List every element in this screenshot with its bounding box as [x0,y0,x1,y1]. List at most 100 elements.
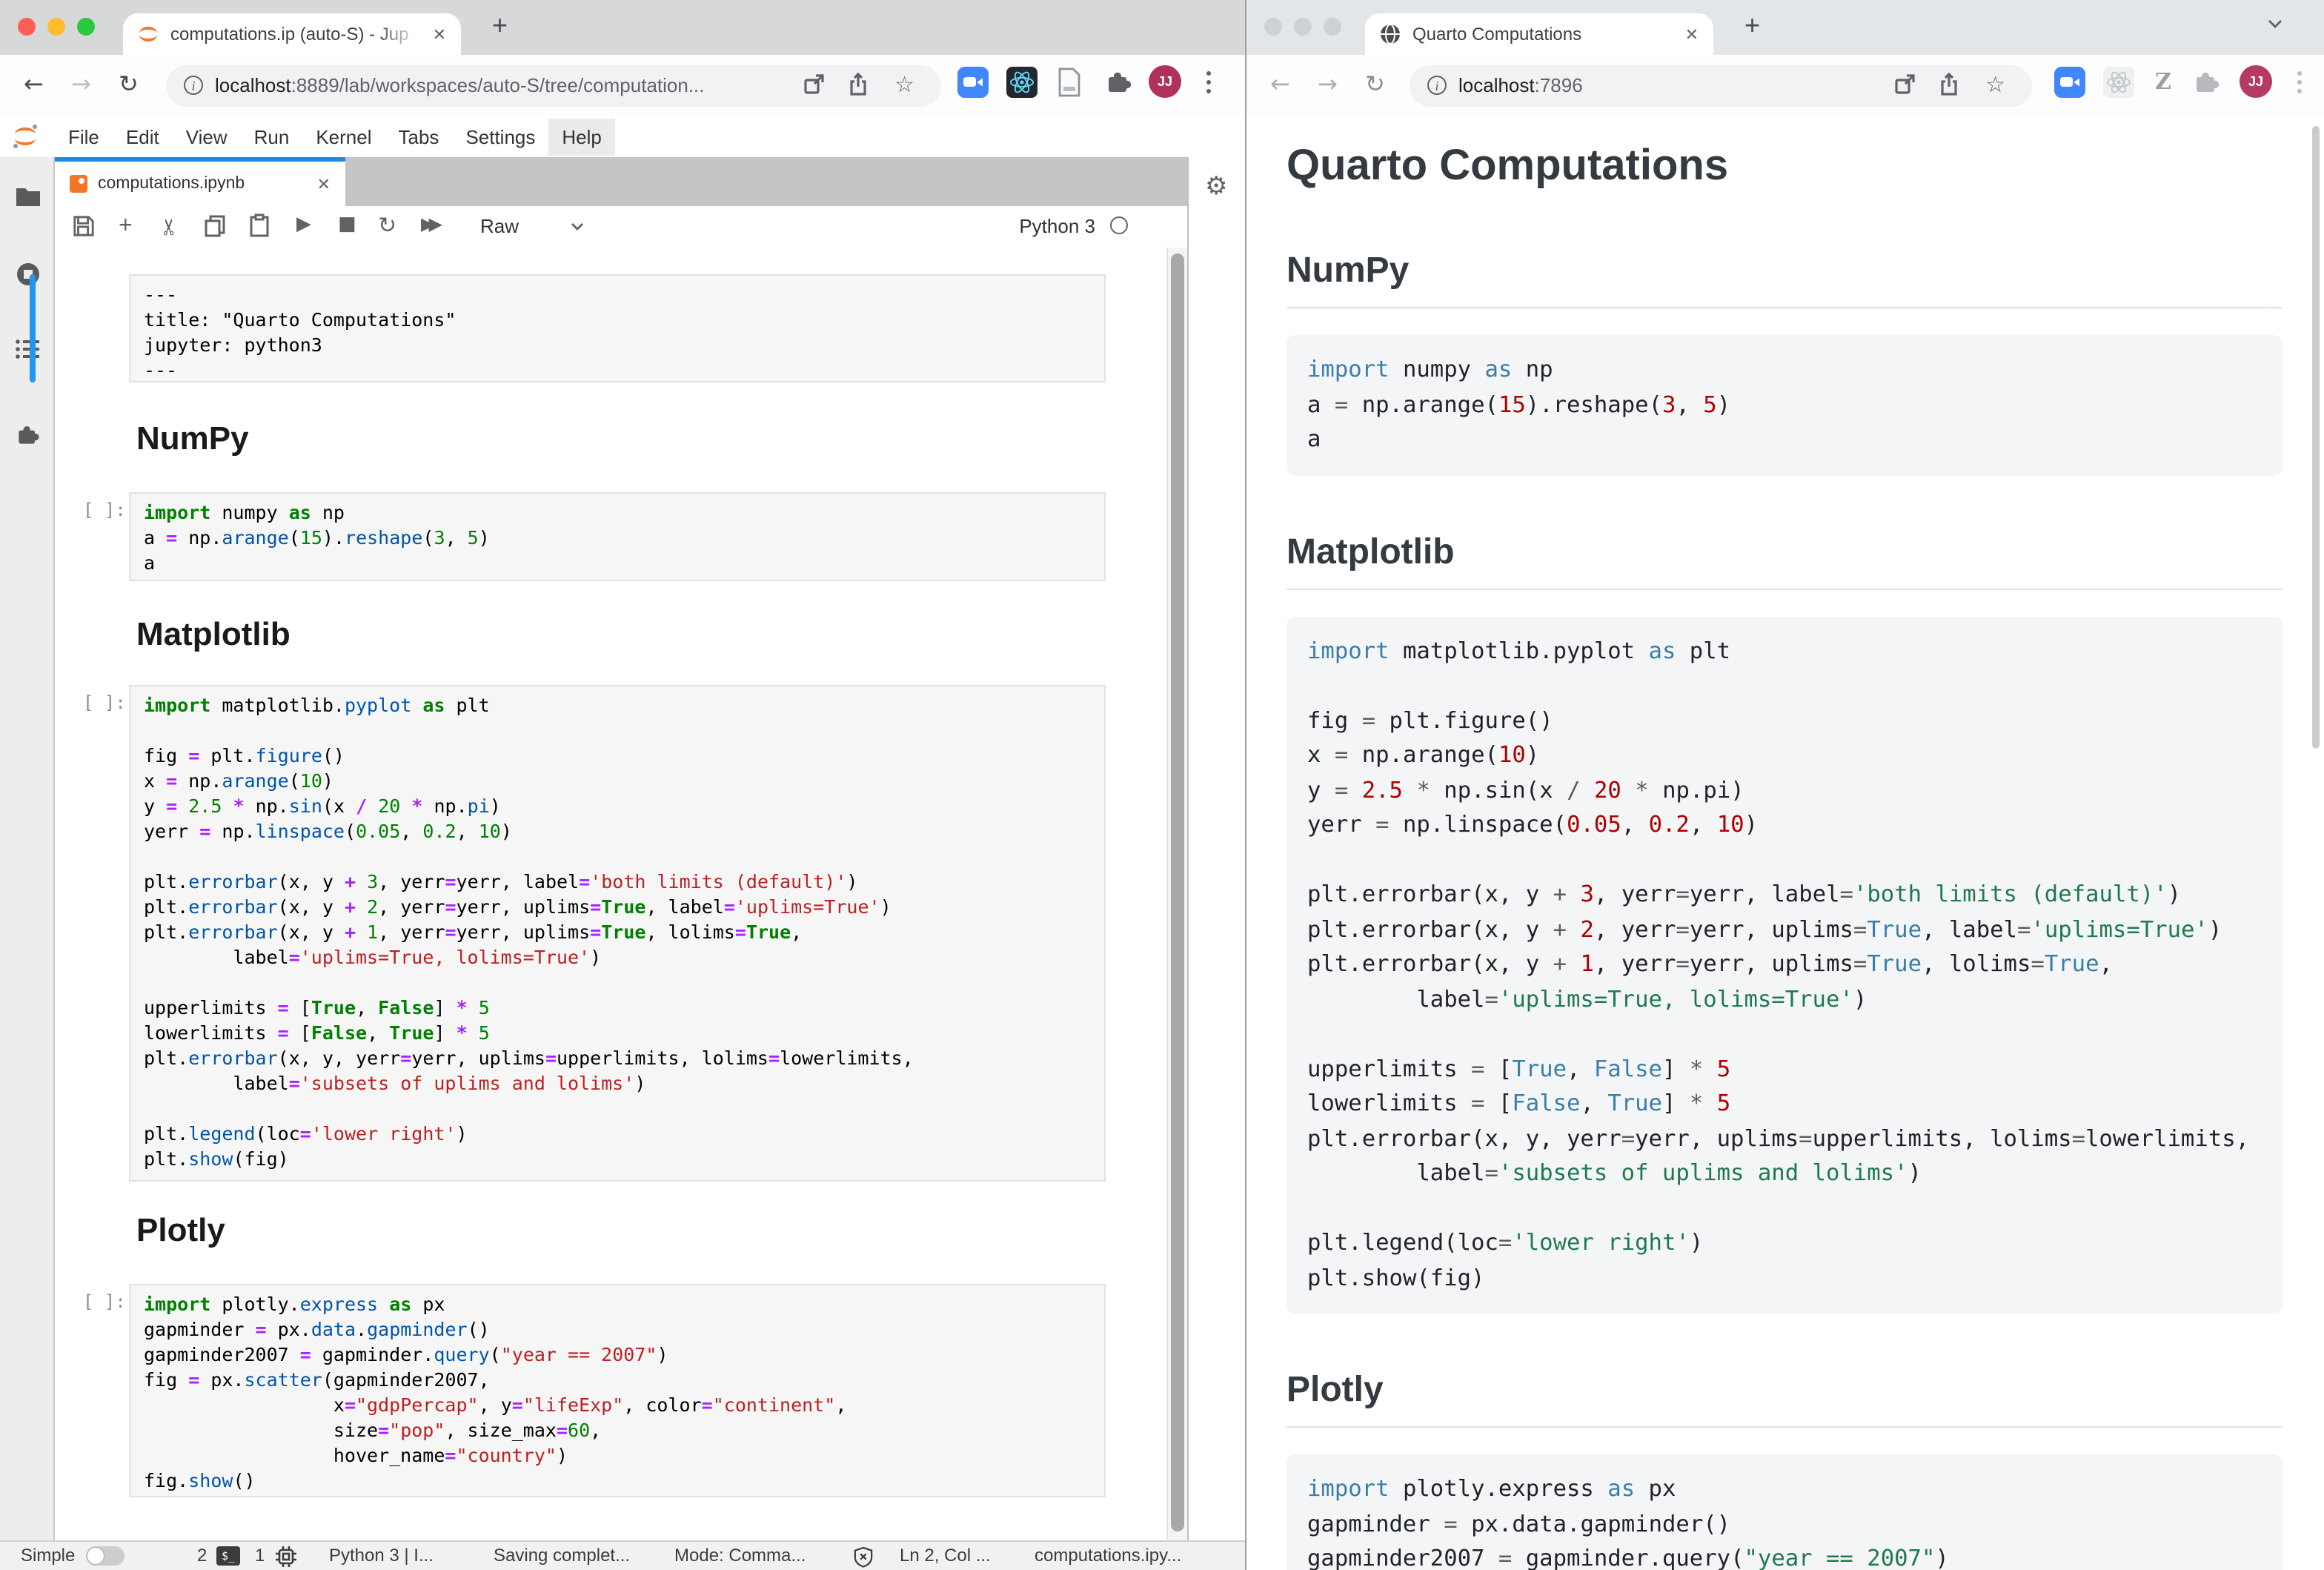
code-cell-plotly[interactable]: import plotly.express as pxgapminder = p… [129,1284,1106,1497]
site-info-icon[interactable]: i [1427,76,1447,95]
browser-menu-icon[interactable] [1206,71,1211,76]
reload-icon[interactable]: ↻ [119,71,139,98]
tab-search-chevron-icon[interactable] [2268,16,2282,34]
notebook-heading-plotly[interactable]: Plotly [136,1211,225,1250]
kernel-chip-icon[interactable] [276,1546,296,1570]
page-scrollbar-thumb[interactable] [2312,126,2320,749]
macos-close-button[interactable] [1264,18,1282,36]
code-line: fig = px.scatter(gapminder2007, [144,1367,1091,1392]
notebook-heading-numpy[interactable]: NumPy [136,420,249,458]
kernels-count[interactable]: 1 [255,1545,265,1566]
cell-type-chevron-down-icon[interactable] [571,222,584,231]
reload-icon[interactable]: ↻ [1365,71,1385,98]
menu-run[interactable]: Run [241,118,303,155]
menu-settings[interactable]: Settings [452,118,548,155]
url-bar[interactable]: i localhost:8889/lab/workspaces/auto-S/t… [166,65,941,107]
share-icon[interactable] [1937,73,1961,104]
running-kernels-icon[interactable] [15,261,42,295]
run-cell-icon[interactable]: ▶ [296,213,311,236]
restart-run-all-icon[interactable]: ▶▶ [421,213,436,234]
copy-cells-icon[interactable] [205,215,225,237]
bookmark-star-icon[interactable]: ☆ [894,71,914,98]
extension-manager-icon[interactable] [15,421,42,455]
restart-kernel-icon[interactable]: ↻ [378,212,396,239]
jupyterlab-browser-window: computations.ip (auto-S) - Jup ✕ + ← → ↻… [0,0,1246,1570]
forward-icon[interactable]: → [71,71,91,98]
browser-profile-avatar[interactable]: JJ [1149,65,1181,98]
code-line: plt.legend(loc='lower right') [1307,1226,2274,1261]
menu-help[interactable]: Help [548,118,615,155]
macos-minimize-button[interactable] [47,18,65,36]
table-of-contents-icon[interactable] [15,338,42,368]
forward-icon[interactable]: → [1318,71,1338,98]
open-in-new-icon[interactable] [802,73,826,104]
paste-cells-icon[interactable] [249,213,270,237]
back-icon[interactable]: ← [1270,71,1290,98]
menu-view[interactable]: View [173,118,241,155]
terminals-count[interactable]: 2 [197,1545,207,1566]
new-tab-button[interactable]: + [1744,10,1760,42]
browser-tab-quarto[interactable]: Quarto Computations ✕ [1365,13,1713,55]
raw-cell[interactable]: ---title: "Quarto Computations"jupyter: … [129,274,1106,382]
notebook-tab[interactable]: computations.ipynb ✕ [55,157,345,206]
extensions-puzzle-icon[interactable] [2192,67,2223,98]
macos-zoom-button[interactable] [1324,18,1341,36]
trust-shield-icon[interactable] [854,1546,873,1570]
notebook-heading-matplotlib[interactable]: Matplotlib [136,615,290,654]
menu-edit[interactable]: Edit [113,118,173,155]
macos-zoom-button[interactable] [77,18,95,36]
back-icon[interactable]: ← [24,71,44,98]
react-devtools-extension-icon[interactable] [2103,67,2134,98]
kernel-status-icon[interactable] [1110,216,1128,234]
z-extension-icon[interactable]: Z [2155,68,2171,95]
code-line: fig = plt.figure() [144,743,1091,768]
new-tab-button[interactable]: + [492,10,508,42]
code-line: upperlimits = [True, False] * 5 [1307,1052,2274,1087]
share-icon[interactable] [846,73,870,104]
interrupt-kernel-icon[interactable]: ■ [338,213,356,236]
zoom-extension-icon[interactable] [2054,67,2085,98]
terminal-icon[interactable]: $_ [216,1546,240,1566]
code-line: plt.errorbar(x, y, yerr=yerr, uplims=upp… [1307,1122,2274,1156]
browser-tab-jupyter[interactable]: computations.ip (auto-S) - Jup ✕ [123,13,461,55]
kernel-status-text[interactable]: Python 3 | I... [329,1545,434,1566]
document-extension-icon[interactable] [1055,67,1086,98]
code-cell-numpy[interactable]: import numpy as npa = np.arange(15).resh… [129,492,1106,581]
notebook-tab-close-icon[interactable]: ✕ [317,174,331,193]
menu-tabs[interactable]: Tabs [385,118,453,155]
code-cell-matplotlib[interactable]: import matplotlib.pyplot as plt fig = pl… [129,685,1106,1182]
add-cell-icon[interactable]: + [119,213,133,240]
open-in-new-icon[interactable] [1893,73,1916,104]
url-text: localhost:8889/lab/workspaces/auto-S/tre… [215,74,705,96]
url-bar[interactable]: i localhost:7896 ☆ [1410,65,2032,107]
menu-file[interactable]: File [55,118,113,155]
cursor-position[interactable]: Ln 2, Col ... [900,1545,991,1566]
url-path: :8889/lab/workspaces/auto-S/tree/computa… [291,74,705,96]
code-line: gapminder = px.data.gapminder() [1307,1507,2274,1542]
cell-type-dropdown[interactable]: Raw [480,215,519,237]
simple-mode-toggle[interactable] [86,1546,124,1566]
property-inspector-gear-icon[interactable]: ⚙ [1205,172,1228,202]
site-info-icon[interactable]: i [184,76,203,95]
quarto-page: Quarto Computations NumPy import numpy a… [1246,116,2324,1570]
code-line [144,844,1091,869]
macos-close-button[interactable] [18,18,36,36]
extensions-puzzle-icon[interactable] [1104,67,1135,98]
tab-close-icon[interactable]: ✕ [1685,24,1699,44]
menu-kernel[interactable]: Kernel [302,118,385,155]
save-icon[interactable] [73,215,95,237]
zoom-extension-icon[interactable] [957,67,989,98]
kernel-name[interactable]: Python 3 [1019,215,1095,237]
macos-minimize-button[interactable] [1294,18,1312,36]
browser-profile-avatar[interactable]: JJ [2240,65,2272,98]
code-line: plt.show(fig) [1307,1261,2274,1296]
tab-close-icon[interactable]: ✕ [433,24,446,44]
file-browser-icon[interactable] [15,185,42,216]
react-devtools-extension-icon[interactable] [1006,67,1038,98]
bookmark-star-icon[interactable]: ☆ [1985,71,2005,98]
cut-cells-icon[interactable]: ✂ [156,217,183,236]
browser-menu-icon[interactable] [2297,71,2302,76]
notebook-scrollbar[interactable] [1166,248,1187,1542]
scrollbar-thumb[interactable] [1171,254,1184,1531]
command-mode-indicator[interactable]: Mode: Comma... [674,1545,806,1566]
